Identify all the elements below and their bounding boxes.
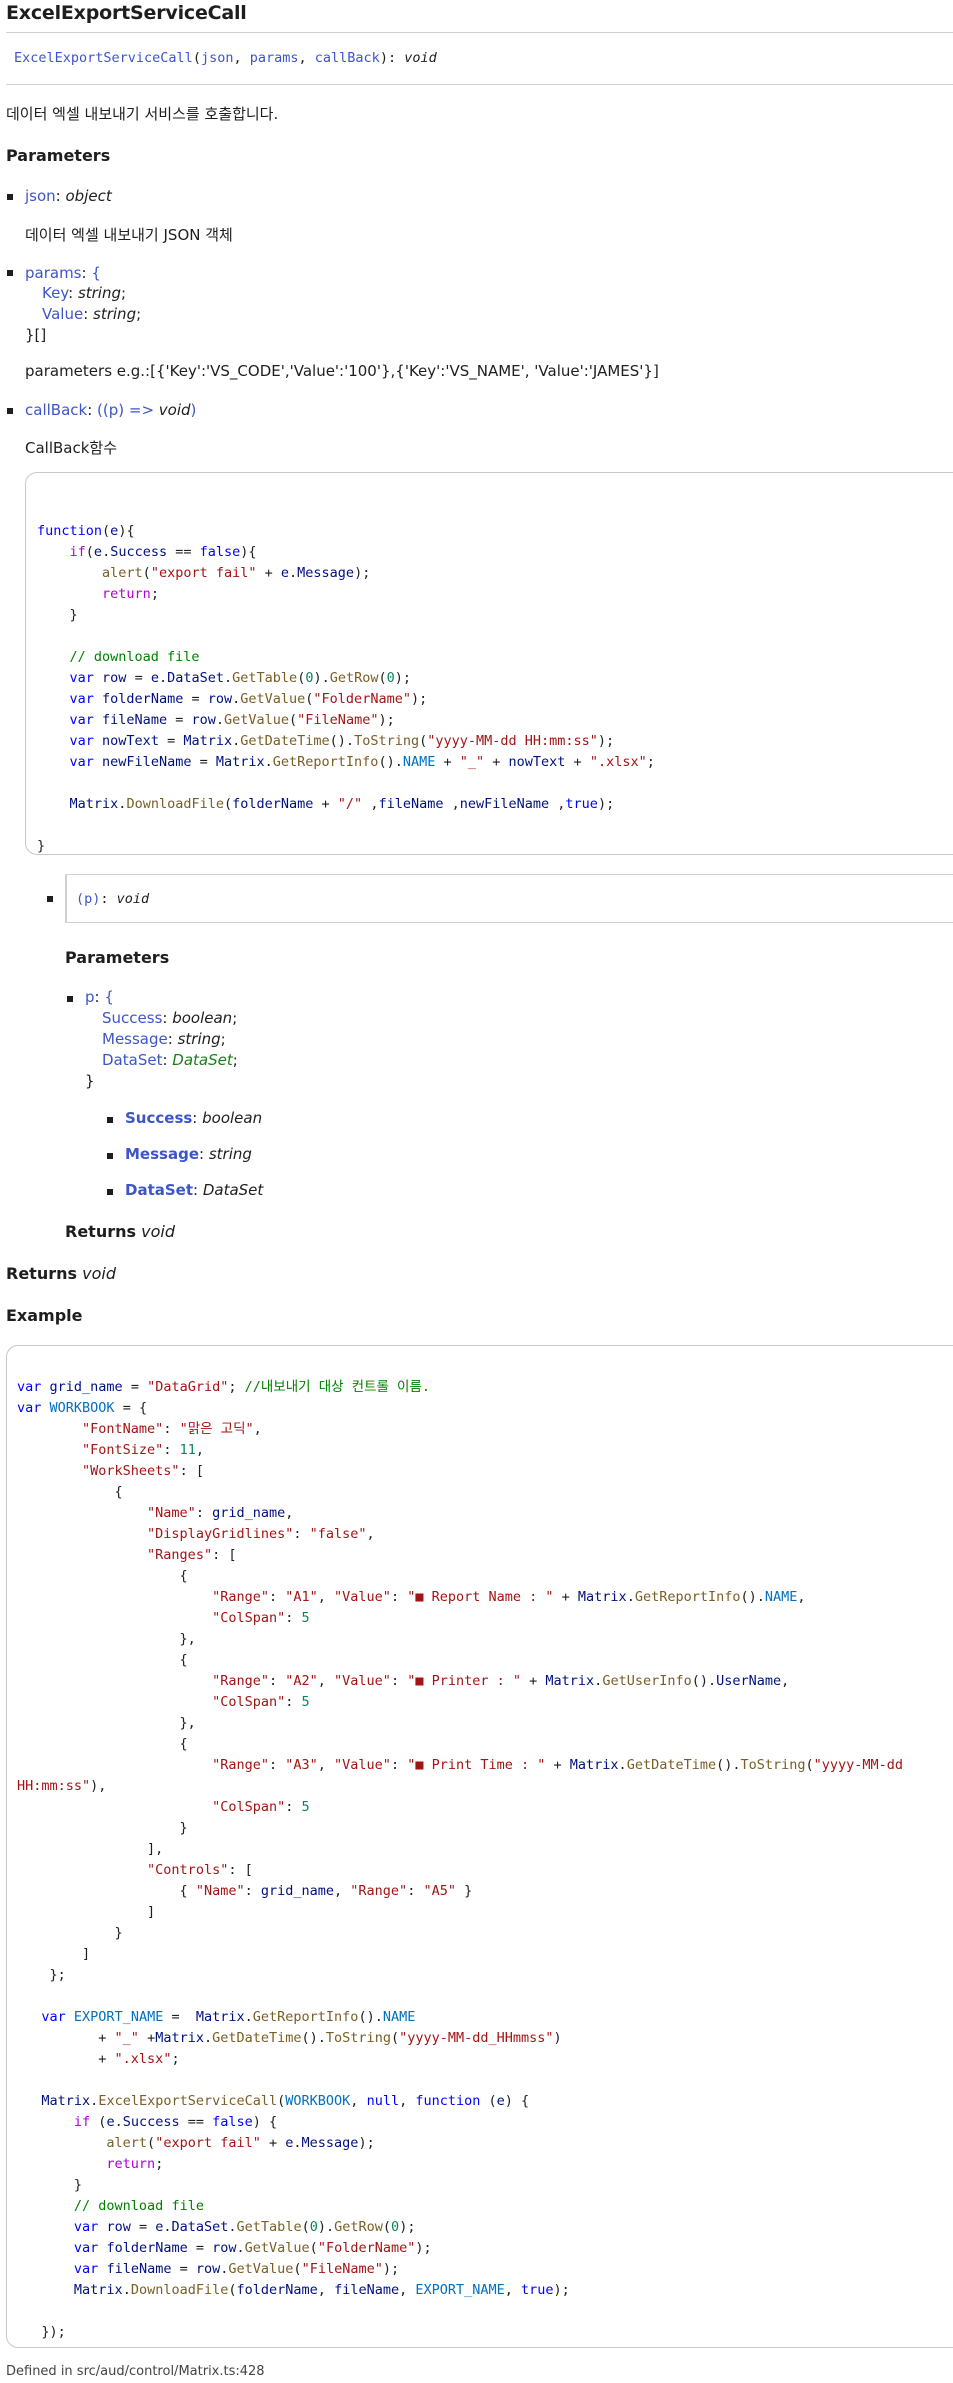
param-callback: callBack: ((p) => void) (25, 401, 197, 419)
param-params-field-key: Key: string; (42, 284, 127, 302)
method-description: 데이터 엑셀 내보내기 서비스를 호출합니다. (6, 105, 279, 123)
callback-field-dataset: DataSet: DataSet; (102, 1051, 238, 1069)
list-bullet (47, 896, 53, 902)
param-params: params: { (25, 264, 101, 282)
page-title: ExcelExportServiceCall (6, 0, 953, 33)
callback-returns: Returns void (65, 1222, 175, 1241)
list-bullet (67, 996, 73, 1002)
param-json-desc: 데이터 엑셀 내보내기 JSON 객체 (25, 226, 233, 244)
param-params-desc: parameters e.g.:[{'Key':'VS_CODE','Value… (25, 362, 659, 380)
member-dataset: DataSet: DataSet (125, 1181, 264, 1199)
example-heading: Example (6, 1306, 83, 1325)
param-json: json: object (25, 187, 112, 205)
signature-param-callback: callBack (314, 50, 380, 66)
list-bullet (107, 1117, 113, 1123)
param-json-link[interactable]: json (25, 187, 56, 205)
callback-code-block: function(e){ if(e.Success == false){ ale… (25, 472, 953, 855)
member-message: Message: string (125, 1145, 252, 1163)
signature-name: ExcelExportServiceCall (14, 50, 193, 66)
param-params-link[interactable]: params (25, 264, 82, 282)
list-bullet (107, 1189, 113, 1195)
param-json-type: object (65, 187, 112, 205)
callback-field-message: Message: string; (102, 1030, 226, 1048)
signature-returns: void (404, 50, 437, 66)
example-code-block: var grid_name = "DataGrid"; //내보내기 대상 컨트… (6, 1345, 953, 2348)
signature-param-params: params (249, 50, 299, 66)
param-params-field-value: Value: string; (42, 305, 142, 323)
param-params-close: }[] (25, 326, 47, 344)
list-bullet (7, 408, 13, 414)
method-signature: ExcelExportServiceCall(json, params, cal… (6, 33, 953, 85)
member-success: Success: boolean (125, 1109, 263, 1127)
list-bullet (107, 1153, 113, 1159)
list-bullet (7, 270, 13, 276)
callback-param-p-close: } (85, 1072, 95, 1090)
callback-parameters-heading: Parameters (65, 948, 170, 967)
callback-param-p-link[interactable]: p (85, 988, 95, 1006)
source-footer: Defined in src/aud/control/Matrix.ts:428 (6, 2364, 265, 2379)
param-callback-desc: CallBack함수 (25, 439, 118, 457)
param-callback-link[interactable]: callBack (25, 401, 87, 419)
callback-param-p: p: { (85, 988, 114, 1006)
parameters-heading: Parameters (6, 146, 111, 165)
method-returns: Returns void (6, 1264, 116, 1283)
list-bullet (7, 194, 13, 200)
signature-param-json: json (200, 50, 234, 66)
callback-field-success: Success: boolean; (102, 1009, 238, 1027)
callback-signature: (p): void (65, 874, 953, 923)
